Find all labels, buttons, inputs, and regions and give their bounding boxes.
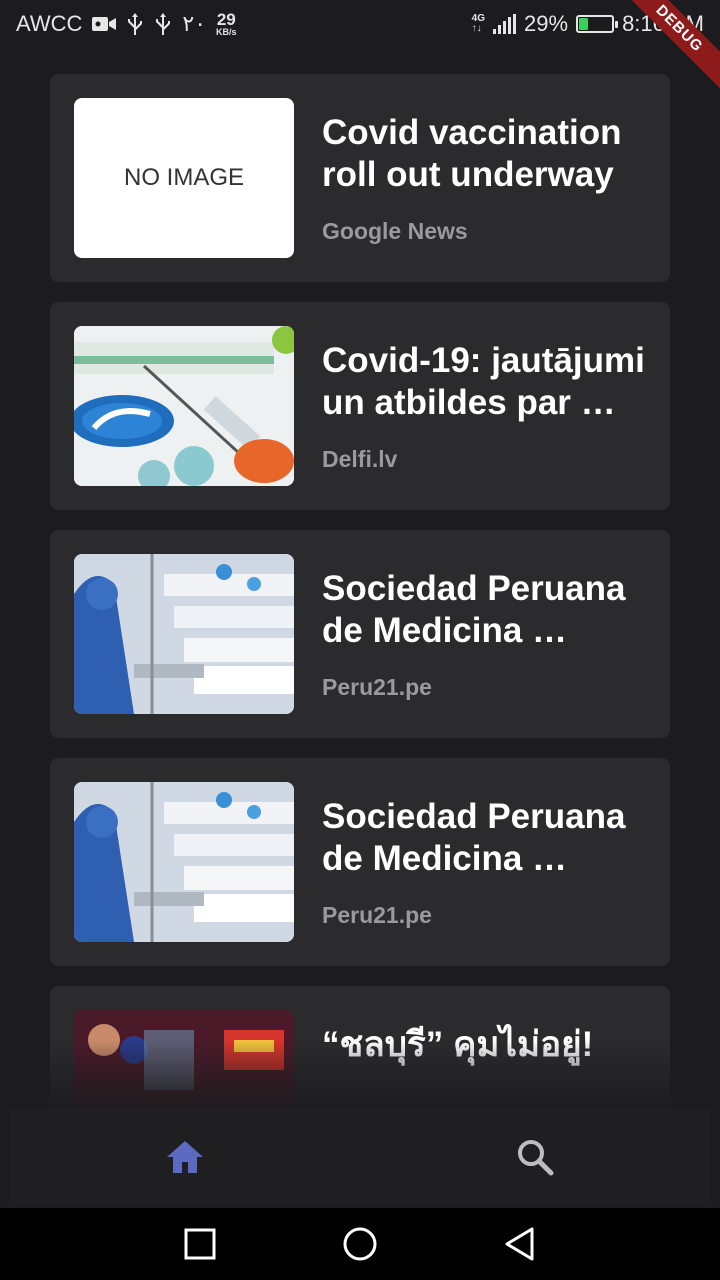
news-card[interactable]: NO IMAGE Covid vaccination roll out unde…: [50, 74, 670, 282]
status-bar: AWCC ٢٠ 29 KB/s 4G ↑↓ 29% 8:16 PM: [0, 0, 720, 48]
recent-apps-button[interactable]: [170, 1214, 230, 1274]
news-thumbnail: NO IMAGE: [74, 98, 294, 258]
battery-icon: [576, 15, 619, 33]
system-navigation-bar: [0, 1208, 720, 1280]
battery-fill: [579, 18, 589, 30]
carrier-name: AWCC: [16, 11, 83, 36]
nav-search[interactable]: [360, 1108, 710, 1206]
news-thumbnail: [74, 782, 294, 942]
feed-fade: [0, 1040, 720, 1110]
news-title: Sociedad Peruana de Medicina …: [322, 569, 626, 650]
news-title: Covid-19: jautājumi un atbildes par …: [322, 341, 645, 422]
home-button[interactable]: [330, 1214, 390, 1274]
video-camera-icon: [92, 17, 117, 31]
battery-percent: 29%: [524, 11, 569, 36]
back-triangle-icon: [505, 1227, 534, 1261]
nav-home[interactable]: [10, 1108, 360, 1206]
news-card[interactable]: Covid-19: jautājumi un atbildes par … De…: [50, 302, 670, 510]
usb-icon: [128, 13, 143, 35]
bottom-navigation: [10, 1108, 710, 1206]
no-image-placeholder: NO IMAGE: [123, 164, 244, 191]
news-card[interactable]: Sociedad Peruana de Medicina … Peru21.pe: [50, 758, 670, 966]
news-card[interactable]: Sociedad Peruana de Medicina … Peru21.pe: [50, 530, 670, 738]
arabic-number: ٢٠: [182, 11, 207, 36]
news-thumbnail: [74, 326, 294, 486]
search-icon: [518, 1140, 554, 1176]
home-icon: [167, 1141, 203, 1173]
usb-icon: [156, 13, 171, 35]
hospital-photo: [74, 554, 294, 714]
network-speed: 29 KB/s: [216, 11, 237, 37]
hospital-photo: [74, 782, 294, 942]
speed-unit: KB/s: [216, 27, 237, 37]
signal-icon: [493, 14, 517, 34]
news-title: Sociedad Peruana de Medicina …: [322, 797, 626, 878]
vaccine-photo: [74, 326, 294, 486]
news-thumbnail: [74, 554, 294, 714]
news-source: Peru21.pe: [322, 674, 432, 700]
news-source: Peru21.pe: [322, 902, 432, 928]
news-source: Google News: [322, 218, 468, 244]
news-source: Delfi.lv: [322, 446, 398, 472]
news-title: Covid vaccination roll out underway …: [322, 113, 622, 194]
circle-icon: [343, 1227, 377, 1261]
network-activity: ↑↓: [471, 23, 482, 34]
square-icon: [184, 1228, 216, 1260]
back-button[interactable]: [490, 1214, 550, 1274]
speed-value: 29: [216, 10, 236, 29]
news-feed[interactable]: NO IMAGE Covid vaccination roll out unde…: [50, 74, 670, 1108]
network-type: 4G ↑↓: [472, 14, 485, 34]
